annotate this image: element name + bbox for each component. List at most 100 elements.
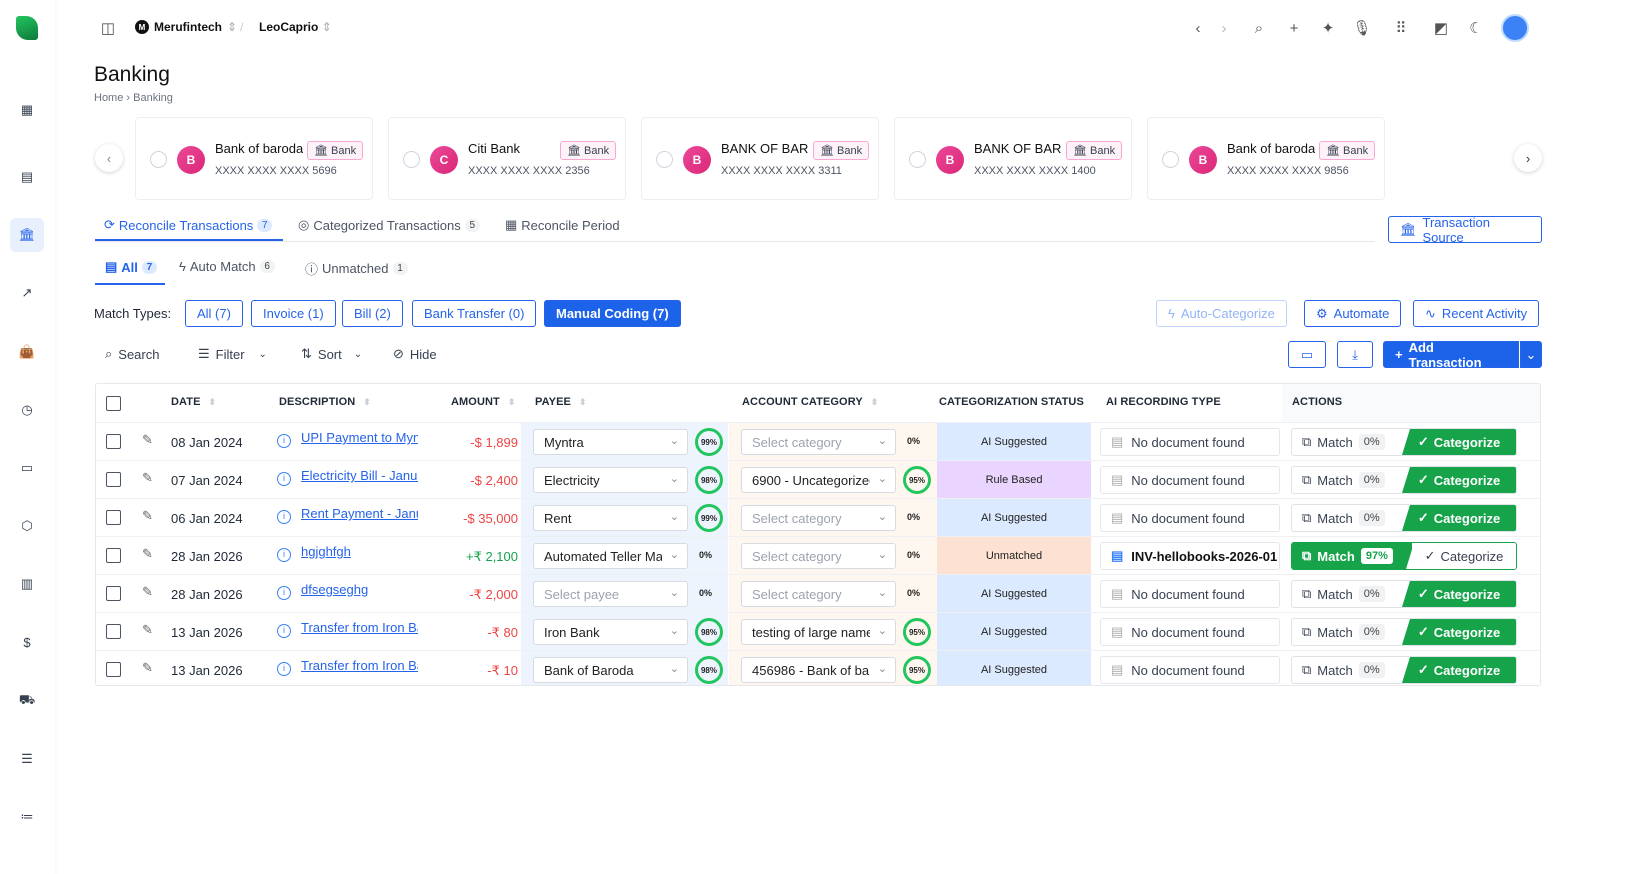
filter-button[interactable]: ☰ Filter ⌄ (198, 346, 267, 362)
match-button[interactable]: ⧉ Match 0% (1292, 624, 1402, 640)
edit-icon[interactable]: ✎ (142, 584, 153, 600)
bank-card-radio[interactable] (909, 151, 926, 168)
category-select[interactable]: Select category ⌄ (741, 581, 896, 607)
row-description-link[interactable]: Transfer from Iron Bank (301, 620, 418, 635)
user-avatar[interactable] (1501, 14, 1529, 42)
edit-icon[interactable]: ✎ (142, 622, 153, 638)
match-type-manual-coding[interactable]: Manual Coding (7) (544, 300, 681, 327)
match-button[interactable]: ⧉ Match 0% (1292, 434, 1402, 450)
row-checkbox[interactable] (106, 434, 121, 449)
truck-icon[interactable]: ⛟ (10, 684, 44, 718)
calculator-icon[interactable]: ▤ (10, 160, 44, 194)
search-button[interactable]: ⌕ Search (105, 346, 159, 362)
archive-icon[interactable]: ▭ (10, 451, 44, 485)
cards-next-button[interactable]: › (1514, 144, 1542, 172)
edit-icon[interactable]: ✎ (142, 470, 153, 486)
bank-card[interactable]: C Citi Bank 🏛 Bank XXXX XXXX XXXX 2356 (388, 117, 626, 200)
microphone-icon[interactable]: 🎙 (1352, 18, 1372, 38)
categorize-button[interactable]: ✓ Categorize (1402, 619, 1516, 645)
payee-select[interactable]: Iron Bank ⌄ (533, 619, 688, 645)
col-categorization-status[interactable]: CATEGORIZATION STATUS (939, 396, 1089, 408)
row-description-link[interactable]: Transfer from Iron Bank (301, 658, 418, 673)
subtab-auto-match[interactable]: ϟ Auto Match 6 (179, 259, 275, 274)
match-type-bill[interactable]: Bill (2) (342, 300, 403, 327)
categorize-button[interactable]: ✓ Categorize (1412, 543, 1516, 569)
trending-icon[interactable]: ↗ (10, 276, 44, 310)
info-icon[interactable]: i (277, 662, 291, 676)
match-button[interactable]: ⧉ Match 97% (1292, 543, 1414, 569)
select-all-checkbox[interactable] (106, 396, 121, 411)
info-icon[interactable]: i (277, 472, 291, 486)
category-select[interactable]: testing of large name ⌄ (741, 619, 896, 645)
row-checkbox[interactable] (106, 510, 121, 525)
category-select[interactable]: Select category ⌄ (741, 429, 896, 455)
package-icon[interactable]: ⬡ (10, 509, 44, 543)
edit-icon[interactable]: ✎ (142, 660, 153, 676)
edit-icon[interactable]: ✎ (142, 508, 153, 524)
subtab-unmatched[interactable]: ⓘ Unmatched 1 (305, 259, 408, 278)
match-type-bank-transfer[interactable]: Bank Transfer (0) (412, 300, 537, 327)
user-switcher[interactable]: LeoCaprio ⇕ (259, 20, 332, 34)
download-button[interactable]: ⤓ (1337, 341, 1373, 368)
document-icon[interactable]: ☰ (10, 742, 44, 776)
categorize-button[interactable]: ✓ Categorize (1402, 657, 1516, 683)
col-date[interactable]: DATE ⬍ (171, 396, 216, 408)
info-icon[interactable]: i (277, 510, 291, 524)
widget-icon[interactable]: ◩ (1431, 18, 1451, 38)
plus-icon[interactable]: + (1284, 18, 1304, 38)
payee-select[interactable]: Automated Teller Machine ⌄ (533, 543, 688, 569)
banking-icon[interactable]: 🏛 (10, 218, 44, 252)
recent-activity-button[interactable]: ∿ Recent Activity (1413, 300, 1540, 327)
col-payee[interactable]: PAYEE ⬍ (535, 396, 587, 408)
dark-mode-icon[interactable]: ☾ (1466, 18, 1486, 38)
clock-icon[interactable]: ◷ (10, 393, 44, 427)
dollar-icon[interactable]: $ (10, 625, 44, 659)
hide-button[interactable]: ⊘ Hide (393, 346, 437, 362)
col-amount[interactable]: AMOUNT ⬍ (451, 396, 516, 408)
row-description-link[interactable]: hgjghfgh (301, 544, 418, 559)
match-button[interactable]: ⧉ Match 0% (1292, 662, 1402, 678)
info-icon[interactable]: i (277, 434, 291, 448)
subtab-all[interactable]: ▤ All 7 (105, 259, 157, 275)
bank-card[interactable]: B Bank of baroda 🏛 Bank XXXX XXXX XXXX 5… (135, 117, 373, 200)
payee-select[interactable]: Bank of Baroda ⌄ (533, 657, 688, 683)
row-checkbox[interactable] (106, 624, 121, 639)
category-select[interactable]: Select category ⌄ (741, 543, 896, 569)
forward-icon[interactable]: › (1214, 18, 1234, 38)
cards-prev-button[interactable]: ‹ (95, 144, 123, 172)
row-checkbox[interactable] (106, 662, 121, 677)
row-description-link[interactable]: UPI Payment to Myntra (301, 430, 418, 445)
bank-card-radio[interactable] (403, 151, 420, 168)
bank-card-radio[interactable] (150, 151, 167, 168)
bank-card[interactable]: B BANK OF BARODA 🏛 Bank XXXX XXXX XXXX 3… (641, 117, 879, 200)
col-description[interactable]: DESCRIPTION ⬍ (279, 396, 371, 408)
back-icon[interactable]: ‹ (1188, 18, 1208, 38)
match-button[interactable]: ⧉ Match 0% (1292, 586, 1402, 602)
tab-reconcile-period[interactable]: ▦ Reconcile Period (505, 217, 620, 233)
payee-select[interactable]: Electricity ⌄ (533, 467, 688, 493)
payee-select[interactable]: Select payee ⌄ (533, 581, 688, 607)
payee-select[interactable]: Myntra ⌄ (533, 429, 688, 455)
breadcrumb-home[interactable]: Home (94, 92, 123, 104)
edit-icon[interactable]: ✎ (142, 432, 153, 448)
info-icon[interactable]: i (277, 586, 291, 600)
category-select[interactable]: 6900 - Uncategorized ⌄ (741, 467, 896, 493)
dashboard-icon[interactable]: ▦ (10, 93, 44, 127)
bank-card-radio[interactable] (1162, 151, 1179, 168)
row-description-link[interactable]: Electricity Bill - January (301, 468, 418, 483)
info-icon[interactable]: i (277, 624, 291, 638)
row-checkbox[interactable] (106, 472, 121, 487)
tab-reconcile-transactions[interactable]: ⟳ Reconcile Transactions 7 (104, 217, 273, 233)
ai-recording-doc[interactable]: ▤ INV-hellobooks-2026-01 (1100, 542, 1280, 570)
match-type-invoice[interactable]: Invoice (1) (251, 300, 336, 327)
categorize-button[interactable]: ✓ Categorize (1402, 505, 1516, 531)
row-description-link[interactable]: Rent Payment - January (301, 506, 418, 521)
row-checkbox[interactable] (106, 548, 121, 563)
bank-card-radio[interactable] (656, 151, 673, 168)
sort-button[interactable]: ⇅ Sort ⌄ (301, 346, 362, 362)
match-button[interactable]: ⧉ Match 0% (1292, 472, 1402, 488)
sidebar-toggle-icon[interactable]: ◫ (98, 18, 118, 38)
categorize-button[interactable]: ✓ Categorize (1402, 467, 1516, 493)
list-icon[interactable]: ≔ (10, 800, 44, 834)
col-account-category[interactable]: ACCOUNT CATEGORY ⬍ (742, 396, 878, 408)
